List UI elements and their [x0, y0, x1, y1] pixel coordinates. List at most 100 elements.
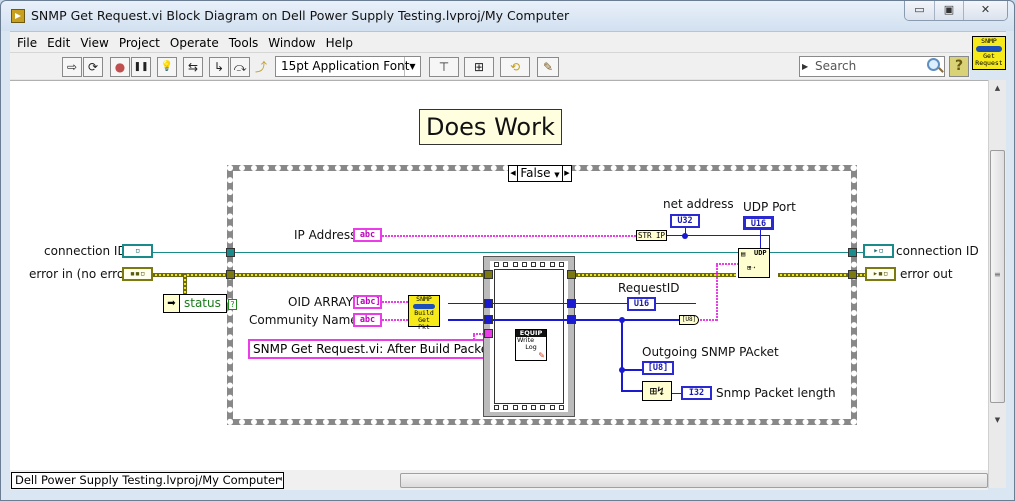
project-context-path: Dell Power Supply Testing.lvproj/My Comp… [11, 472, 284, 489]
vi-icon-line1: SNMP [981, 37, 997, 45]
menu-help[interactable]: Help [321, 33, 358, 53]
request-id-indicator[interactable]: U16 [627, 297, 656, 311]
highlight-execution-icon[interactable]: 💡 [157, 57, 177, 77]
font-select[interactable]: 15pt Application Font ▼ [275, 56, 421, 77]
array-size-node[interactable]: ⊞↯ [642, 381, 672, 401]
connection-id-in-terminal[interactable]: ▫ [122, 244, 153, 258]
menu-operate[interactable]: Operate [165, 33, 224, 53]
string-to-ip-node[interactable]: STR IP [636, 230, 667, 241]
community-name-label: Community Name [249, 313, 358, 327]
udp-write-node[interactable]: ▤ UDP ⊞➝ [738, 248, 770, 278]
wire-junction [682, 233, 688, 239]
seq-request-id-wire[interactable] [493, 303, 567, 304]
case-selector[interactable]: ◀ False ▼ ▶ [508, 165, 572, 182]
net-address-to-udp-wire[interactable] [769, 235, 770, 249]
search-input[interactable]: ▶ Search [799, 56, 945, 77]
community-wire[interactable] [382, 319, 409, 321]
oid-array-terminal[interactable]: [abc] [353, 295, 382, 309]
vi-icon[interactable]: SNMP Get Request [972, 36, 1006, 70]
packet-wire-branch[interactable] [621, 319, 623, 391]
run-continuously-icon[interactable]: ⟳ [83, 57, 103, 77]
case-prev-icon[interactable]: ◀ [509, 166, 518, 181]
error-tunnel-in [226, 270, 235, 279]
vertical-scrollbar[interactable]: ▲ ≡ ▼ [988, 80, 1006, 488]
block-diagram-canvas[interactable]: Does Work ◀ False ▼ ▶ ? connection ID ▫ … [10, 80, 988, 470]
error-in-terminal[interactable]: ▪▪▫ [122, 267, 153, 281]
oid-wire[interactable] [382, 301, 409, 303]
packet-length-label: Snmp Packet length [716, 386, 836, 400]
scroll-left-icon[interactable]: ◂ [278, 474, 282, 483]
sequence-frame-bottom [492, 405, 566, 411]
abort-icon[interactable]: ● [110, 57, 130, 77]
seq-packet-wire[interactable] [493, 319, 567, 321]
connection-id-in-label: connection ID [44, 244, 127, 258]
clean-up-diagram-icon[interactable]: ✎ [537, 57, 559, 77]
run-icon[interactable]: ⇨ [62, 57, 82, 77]
unbundle-status-node[interactable]: ➡ status [163, 294, 227, 313]
packet-string-wire-v[interactable] [716, 263, 718, 321]
menu-tools[interactable]: Tools [224, 33, 264, 53]
array-size-wire[interactable] [621, 390, 643, 392]
horizontal-scrollbar[interactable] [400, 473, 988, 488]
search-expand-icon[interactable]: ▶ [802, 57, 808, 76]
chevron-down-icon: ▼ [404, 57, 420, 76]
toolbar: ⇨ ⟳ ● ❚❚ 💡 ⇆ ↳ ⤼ ⤴ 15pt Application Font… [10, 52, 970, 79]
maximize-button[interactable]: ▣ [934, 1, 963, 20]
step-into-icon[interactable]: ↳ [209, 57, 229, 77]
ip-address-wire[interactable] [382, 235, 637, 237]
packet-string-wire[interactable] [697, 319, 717, 321]
outgoing-packet-indicator[interactable]: [U8] [642, 361, 674, 375]
scroll-down-icon[interactable]: ▼ [989, 412, 1006, 429]
udp-port-wire[interactable] [760, 229, 761, 249]
error-wire[interactable] [153, 273, 483, 277]
array-size-icon: ⊞↯ [649, 384, 665, 398]
window-title: SNMP Get Request.vi Block Diagram on Del… [31, 8, 570, 23]
error-out-label: error out [900, 267, 953, 281]
comment-label[interactable]: Does Work [419, 109, 562, 145]
step-out-icon[interactable]: ⤴ [251, 57, 271, 77]
seq-request-id-tunnel-out [567, 299, 576, 308]
node-line3: Pkt [418, 323, 430, 331]
packet-length-indicator[interactable]: I32 [681, 386, 712, 400]
error-out-terminal[interactable]: ▸▪▫ [865, 267, 896, 281]
packet-string-wire-h[interactable] [716, 263, 740, 265]
status-bar: Dell Power Supply Testing.lvproj/My Comp… [10, 470, 988, 490]
labview-app-icon [11, 9, 25, 23]
seq-packet-tunnel-out [567, 315, 576, 324]
menu-window[interactable]: Window [263, 33, 320, 53]
menu-edit[interactable]: Edit [42, 33, 75, 53]
error-wire-out[interactable] [572, 273, 736, 277]
wire-junction [619, 317, 625, 323]
scroll-grip-icon: ≡ [994, 270, 1001, 279]
close-button[interactable]: ✕ [963, 1, 1007, 20]
step-over-icon[interactable]: ⤼ [230, 57, 250, 77]
net-address-indicator[interactable]: U32 [670, 214, 700, 228]
case-selector-value: False [520, 166, 551, 180]
retain-wire-values-icon[interactable]: ⇆ [183, 57, 203, 77]
reorder-icon[interactable]: ⟲ [500, 57, 530, 77]
udp-port-control[interactable]: U16 [743, 216, 774, 230]
snmp-build-get-pkt-node[interactable]: SNMP Build Get Pkt [408, 295, 440, 331]
byte-array-to-string-node[interactable]: [U8] [679, 315, 699, 325]
ip-address-label: IP Address [294, 228, 357, 242]
font-select-value: 15pt Application Font [281, 59, 410, 73]
connection-id-out-terminal[interactable]: ▸▫ [863, 244, 894, 258]
context-help-button[interactable]: ? [949, 56, 969, 77]
case-next-icon[interactable]: ▶ [562, 166, 571, 181]
align-objects-icon[interactable]: ⊤ [429, 57, 459, 77]
menu-file[interactable]: File [12, 33, 42, 53]
equip-write-log-node[interactable]: EQUIP Write Log ✎ [515, 329, 547, 361]
menu-bar: File Edit View Project Operate Tools Window Hel… [10, 31, 1006, 52]
community-name-terminal[interactable]: abc [353, 313, 382, 327]
labview-window: SNMP Get Request.vi Block Diagram on Del… [0, 0, 1015, 501]
log-message-constant[interactable]: SNMP Get Request.vi: After Build Packet [248, 339, 498, 359]
menu-project[interactable]: Project [114, 33, 165, 53]
pause-icon[interactable]: ❚❚ [131, 57, 151, 77]
minimize-button[interactable]: ▭ [905, 1, 934, 20]
scroll-up-icon[interactable]: ▲ [989, 80, 1006, 97]
ip-address-terminal[interactable]: abc [353, 228, 382, 242]
udp-node-label: UDP [754, 249, 767, 257]
search-icon[interactable] [927, 58, 940, 71]
menu-view[interactable]: View [75, 33, 113, 53]
distribute-objects-icon[interactable]: ⊞ [464, 57, 494, 77]
